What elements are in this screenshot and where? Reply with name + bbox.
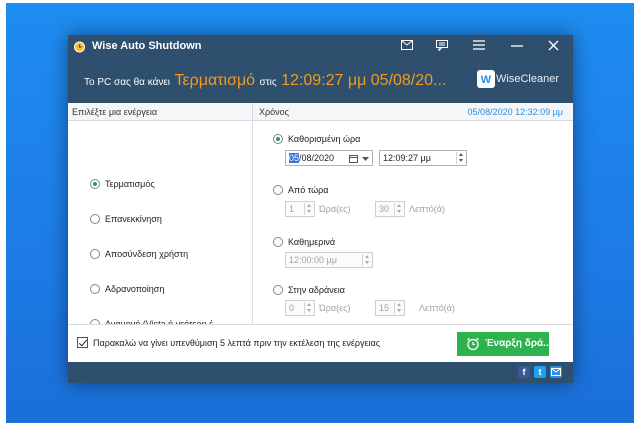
time-spinner[interactable]: 12:09:27 μμ xyxy=(379,150,467,166)
radio-button[interactable] xyxy=(273,285,283,295)
minimize-icon[interactable] xyxy=(508,38,526,56)
desktop-background: Wise Auto Shutdown Το PC σας θα κάνει Τε… xyxy=(6,3,634,423)
start-action-button[interactable]: Έναρξη δρά... xyxy=(457,332,552,356)
radio-button[interactable] xyxy=(90,179,100,189)
date-rest: /08/2020 xyxy=(299,153,335,163)
option-label: Επανεκκίνηση xyxy=(105,214,162,224)
from-now-hours-input[interactable]: 1 xyxy=(285,201,315,217)
facebook-icon[interactable]: f xyxy=(518,366,530,378)
spinner-arrows-icon[interactable] xyxy=(362,254,371,266)
spinner-arrows-icon[interactable] xyxy=(304,302,313,314)
option-label: Αποσύνδεση χρήστη xyxy=(105,249,189,259)
close-icon[interactable] xyxy=(544,38,562,56)
banner-mid: στις xyxy=(259,77,277,88)
action-options-panel: Τερματισμός Επανεκκίνηση Αποσύνδεση χρήσ… xyxy=(68,121,253,329)
spinner-arrows-icon[interactable] xyxy=(394,302,403,314)
chat-icon[interactable] xyxy=(433,38,451,56)
spinner-arrows-icon[interactable] xyxy=(394,203,403,215)
minutes-unit-label: Λεπτό(ά) xyxy=(409,204,445,214)
twitter-icon[interactable]: t xyxy=(534,366,546,378)
date-value: 05/08/2020 xyxy=(289,153,334,163)
svg-text:W: W xyxy=(481,74,492,86)
time-value: 12:09:27 μμ xyxy=(383,153,431,163)
app-alarm-clock-icon xyxy=(74,41,85,53)
idle-minutes-unit-label: Λεπτό(ά) xyxy=(419,303,455,313)
window-title: Wise Auto Shutdown xyxy=(92,40,202,52)
radio-button[interactable] xyxy=(90,249,100,259)
from-now-minutes-input[interactable]: 30 xyxy=(375,201,405,217)
option-label: Αδρανοποίηση xyxy=(105,284,165,294)
app-window: Wise Auto Shutdown Το PC σας θα κάνει Τε… xyxy=(68,35,573,383)
radio-button[interactable] xyxy=(90,284,100,294)
date-picker[interactable]: 05/08/2020 xyxy=(285,150,373,166)
reminder-label: Παρακαλώ να γίνει υπενθύμιση 5 λεπτά πρι… xyxy=(93,338,381,348)
idle-minutes-value: 15 xyxy=(379,303,390,313)
time-column-header: Χρόνος 05/08/2020 12:32:09 μμ xyxy=(253,103,573,121)
bottom-bar: f t xyxy=(68,362,573,383)
option-label: Στην αδράνεια xyxy=(288,285,345,295)
hours-value: 1 xyxy=(289,204,295,214)
option-label: Από τώρα xyxy=(288,185,329,195)
wisecleaner-logo-icon: W xyxy=(477,70,495,88)
start-button-label: Έναρξη δρά... xyxy=(485,338,552,349)
radio-button[interactable] xyxy=(273,134,283,144)
spinner-arrows-icon[interactable] xyxy=(456,152,465,164)
calendar-icon[interactable] xyxy=(349,154,358,163)
reminder-checkbox[interactable] xyxy=(77,337,88,348)
banner-prefix: Το PC σας θα κάνει xyxy=(84,77,171,88)
minutes-value: 30 xyxy=(379,204,390,214)
current-datetime: 05/08/2020 12:32:09 μμ xyxy=(467,107,563,117)
time-options-panel: Καθορισμένη ώρα 05/08/2020 12:09:27 μμ Α… xyxy=(253,121,573,324)
mail-icon[interactable] xyxy=(398,38,416,56)
brand-name[interactable]: WiseCleaner xyxy=(496,73,559,85)
idle-hours-unit-label: Ώρα(ες) xyxy=(319,303,351,313)
banner-scheduled-time: 12:09:27 μμ 05/08/20... xyxy=(281,72,447,89)
time-header-label: Χρόνος xyxy=(259,107,289,117)
alarm-clock-icon xyxy=(467,337,479,351)
idle-hours-input[interactable]: 0 xyxy=(285,300,315,316)
idle-minutes-input[interactable]: 15 xyxy=(375,300,405,316)
radio-button[interactable] xyxy=(273,237,283,247)
status-banner: Το PC σας θα κάνει Τερματισμό στις 12:09… xyxy=(68,59,573,103)
action-column-header: Επιλέξτε μια ενέργεια xyxy=(68,103,253,121)
daily-time-value: 12:00:00 μμ xyxy=(289,255,337,265)
email-icon[interactable] xyxy=(550,366,562,378)
option-label: Καθορισμένη ώρα xyxy=(288,134,361,144)
daily-time-spinner[interactable]: 12:00:00 μμ xyxy=(285,252,373,268)
action-footer: Παρακαλώ να γίνει υπενθύμιση 5 λεπτά πρι… xyxy=(68,324,573,362)
option-label: Τερματισμός xyxy=(105,179,155,189)
idle-hours-value: 0 xyxy=(289,303,295,313)
radio-button[interactable] xyxy=(90,214,100,224)
menu-icon[interactable] xyxy=(470,38,488,56)
hours-unit-label: Ώρα(ες) xyxy=(319,204,351,214)
banner-action: Τερματισμό xyxy=(174,72,256,89)
spinner-arrows-icon[interactable] xyxy=(304,203,313,215)
chevron-down-icon[interactable] xyxy=(362,157,369,161)
option-label: Καθημερινά xyxy=(288,237,336,247)
date-selected-segment: 05 xyxy=(289,153,300,163)
shutdown-schedule-text: Το PC σας θα κάνει Τερματισμό στις 12:09… xyxy=(84,72,446,90)
title-bar[interactable]: Wise Auto Shutdown xyxy=(68,35,573,59)
radio-button[interactable] xyxy=(273,185,283,195)
